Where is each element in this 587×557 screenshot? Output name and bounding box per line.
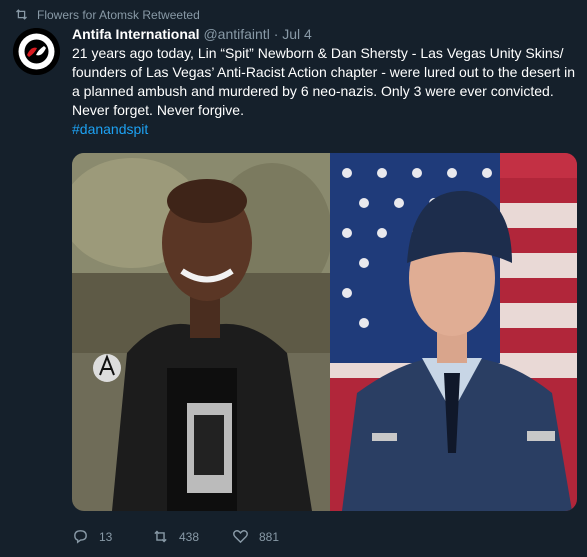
retweet-context[interactable]: Flowers for Atomsk Retweeted: [14, 7, 200, 22]
antifa-logo-icon: [13, 28, 60, 75]
author-name[interactable]: Antifa International: [72, 26, 200, 42]
reply-icon: [74, 530, 87, 544]
retweet-icon: [16, 9, 27, 20]
tweet-line: a planned ambush and murdered by 6 neo-n…: [72, 83, 554, 99]
author-handle[interactable]: @antifaintl: [203, 26, 269, 42]
tweet-line: 21 years ago today, Lin “Spit” Newborn &…: [72, 45, 564, 61]
tweet-line: Never forget. Never forgive.: [72, 102, 244, 118]
retweeter-name[interactable]: Flowers for Atomsk: [37, 8, 139, 22]
photo-collage: [72, 153, 577, 511]
like-button[interactable]: 881: [232, 528, 312, 545]
tweet-header: Antifa International @antifaintl · Jul 4: [72, 26, 312, 42]
tweet-text: 21 years ago today, Lin “Spit” Newborn &…: [72, 44, 577, 139]
tweet-actions: 13 438 881: [72, 528, 312, 545]
retweeted-label: Retweeted: [142, 7, 200, 22]
hashtag-link[interactable]: #danandspit: [72, 121, 148, 137]
heart-icon: [233, 530, 248, 544]
tweet-line: founders of Las Vegas’ Anti-Racist Actio…: [72, 64, 575, 80]
like-count: 881: [259, 529, 280, 544]
retweet-button[interactable]: 438: [152, 528, 232, 545]
avatar[interactable]: [13, 28, 60, 75]
retweet-icon: [154, 530, 167, 543]
reply-count: 13: [99, 529, 113, 544]
retweet-count: 438: [179, 529, 200, 544]
tweet-date[interactable]: · Jul 4: [274, 26, 312, 42]
reply-button[interactable]: 13: [72, 528, 152, 545]
tweet-media[interactable]: [72, 153, 577, 511]
